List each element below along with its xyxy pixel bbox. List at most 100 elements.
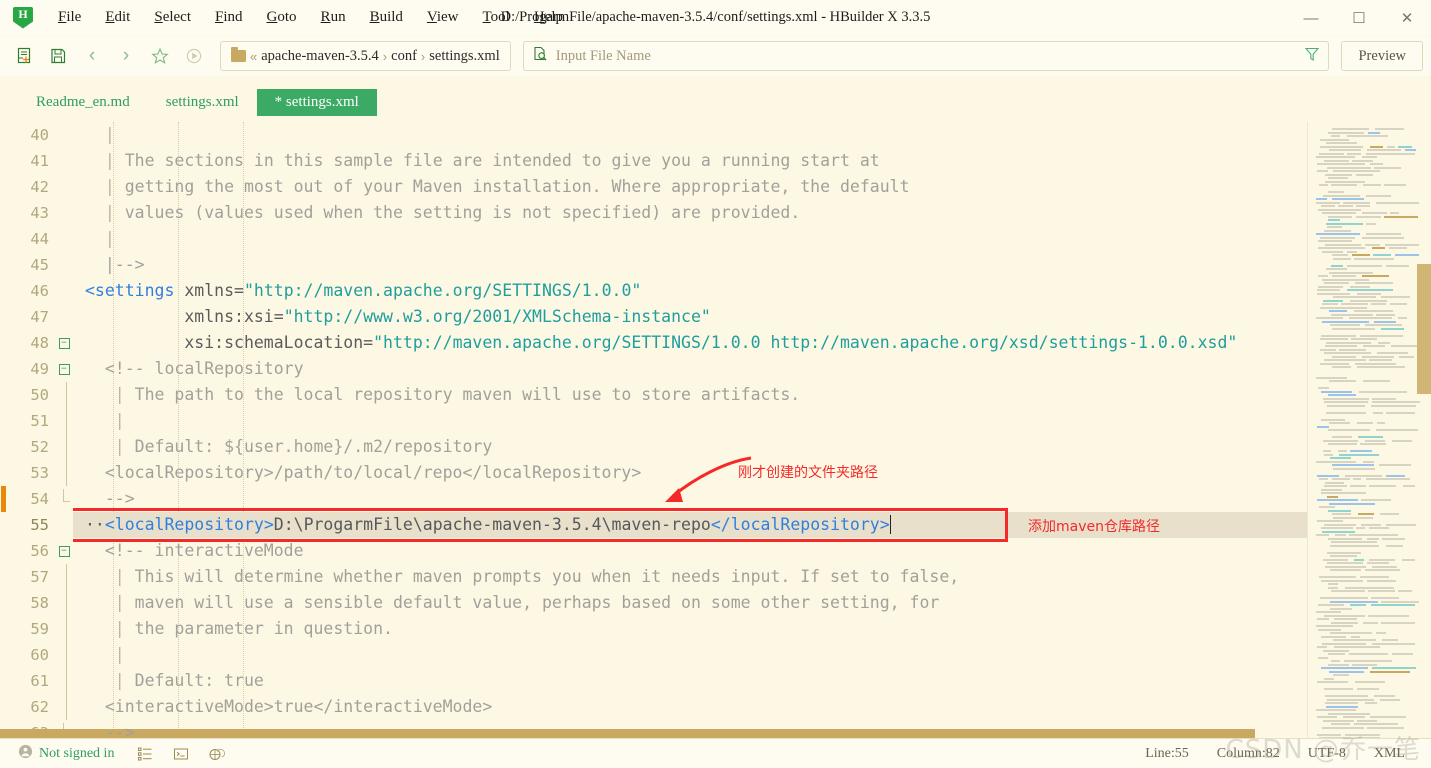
code-line[interactable]: | The path to the local repository maven… (73, 382, 1307, 408)
minimap-viewport[interactable] (1417, 264, 1431, 394)
code-line[interactable]: | (73, 408, 1307, 434)
code-line[interactable]: <localRepository>/path/to/local/repo</lo… (73, 460, 1307, 486)
cursor-column-indicator[interactable]: Column:82 (1203, 746, 1294, 762)
favorite-star-icon[interactable] (144, 41, 176, 71)
minimap-code-line (1328, 712, 1370, 715)
back-icon[interactable]: ‹ (76, 41, 108, 71)
code-line[interactable]: --> (73, 486, 1307, 512)
editor-tab-0[interactable]: Readme_en.md (18, 89, 148, 116)
code-line[interactable]: | (73, 122, 1307, 148)
menu-item-file[interactable]: File (46, 5, 93, 30)
minimap-code-line (1367, 537, 1379, 540)
fold-cell (55, 668, 73, 694)
breadcrumb-separator-icon: › (382, 48, 388, 64)
line-number: 44 (30, 230, 49, 248)
editor-tab-1[interactable]: settings.xml (148, 89, 257, 116)
save-icon[interactable] (42, 41, 74, 71)
preview-button[interactable]: Preview (1341, 41, 1423, 71)
code-line[interactable]: <interactiveMode>true</interactiveMode> (73, 694, 1307, 720)
code-token-pipe: | (85, 385, 135, 404)
filter-icon[interactable] (1304, 46, 1320, 67)
code-line[interactable]: <!-- interactiveMode (73, 538, 1307, 564)
menu-item-goto[interactable]: Goto (255, 5, 309, 30)
line-number: 61 (30, 672, 49, 690)
minimap-code-line (1320, 597, 1368, 599)
code-line[interactable]: | maven will use a sensible default valu… (73, 590, 1307, 616)
code-line[interactable]: |--> (73, 252, 1307, 278)
minimap-code-line (1328, 177, 1348, 179)
code-line[interactable]: | the parameter in question. (73, 616, 1307, 642)
code-content[interactable]: 刚才创建的文件夹路径 添加maven仓库路径 | | The sections … (73, 122, 1307, 738)
code-line[interactable]: <settings xmlns="http://maven.apache.org… (73, 278, 1307, 304)
account-status[interactable]: Not signed in (12, 744, 120, 764)
minimap-code-line (1325, 695, 1368, 697)
code-line[interactable]: <!-- localRepository (73, 356, 1307, 382)
minimap-code-line (1324, 453, 1333, 456)
fold-collapse-icon[interactable]: − (58, 545, 70, 557)
new-file-icon[interactable] (8, 41, 40, 71)
minimize-button[interactable]: — (1287, 0, 1335, 36)
minimap-code-line (1339, 453, 1379, 456)
code-token-cmt: values (values used when the setting is … (124, 203, 801, 222)
code-line[interactable]: | getting the most out of your Maven ins… (73, 174, 1307, 200)
menu-accel-key: T (482, 9, 491, 25)
fold-cell[interactable]: − (55, 330, 73, 356)
editor-tab-label: Readme_en.md (36, 94, 130, 110)
minimap-code-line (1316, 534, 1329, 536)
menu-item-run[interactable]: Run (309, 5, 358, 30)
outline-icon[interactable] (134, 744, 156, 764)
code-line[interactable]: | This will determine whether maven prom… (73, 564, 1307, 590)
menu-item-tool[interactable]: Tool (471, 5, 522, 30)
minimap-code-line (1377, 352, 1408, 354)
file-search-box[interactable]: Input File Name (522, 41, 1330, 71)
code-line[interactable]: --> (73, 720, 1307, 738)
maximize-button[interactable]: ☐ (1335, 0, 1383, 36)
menu-item-select[interactable]: Select (142, 5, 203, 30)
language-mode-indicator[interactable]: XML (1360, 746, 1419, 762)
breadcrumb-segment-1[interactable]: conf (391, 48, 417, 65)
minimap-code-line (1377, 422, 1385, 424)
menu-item-build[interactable]: Build (358, 5, 415, 30)
menu-item-edit[interactable]: Edit (93, 5, 142, 30)
forward-icon[interactable]: › (110, 41, 142, 71)
minimap-code-line (1317, 681, 1348, 683)
code-line[interactable]: | Default: true (73, 668, 1307, 694)
cloud-icon[interactable] (206, 744, 228, 764)
encoding-indicator[interactable]: UTF-8 (1294, 746, 1360, 762)
code-token-pipe: | (85, 177, 125, 196)
code-line[interactable]: xsi:schemaLocation="http://maven.apache.… (73, 330, 1307, 356)
fold-cell[interactable]: − (55, 356, 73, 382)
fold-collapse-icon[interactable]: − (58, 337, 70, 349)
code-minimap[interactable] (1307, 122, 1431, 738)
menu-item-find[interactable]: Find (203, 5, 255, 30)
code-line[interactable]: | values (values used when the setting i… (73, 200, 1307, 226)
minimap-code-line (1321, 418, 1345, 421)
code-line[interactable]: | (73, 642, 1307, 668)
minimap-code-line (1328, 509, 1351, 512)
fold-collapse-icon[interactable]: − (58, 363, 70, 375)
code-line[interactable]: | The sections in this sample file are i… (73, 148, 1307, 174)
fold-cell[interactable]: − (55, 538, 73, 564)
terminal-icon[interactable] (170, 744, 192, 764)
minimap-code-line (1327, 404, 1365, 407)
code-line[interactable]: xmlns:xsi="http://www.w3.org/2001/XMLSch… (73, 304, 1307, 330)
breadcrumb-segment-0[interactable]: apache-maven-3.5.4 (261, 48, 379, 65)
code-line[interactable]: | (73, 226, 1307, 252)
cursor-line-indicator[interactable]: Line:55 (1131, 746, 1203, 762)
minimap-code-line (1324, 359, 1366, 361)
window-controls: — ☐ ✕ (1287, 0, 1431, 36)
code-fold-column[interactable]: − − − (55, 122, 73, 738)
breadcrumb[interactable]: « apache-maven-3.5.4 › conf › settings.x… (220, 41, 511, 71)
minimap-code-line (1405, 149, 1416, 151)
minimap-code-line (1355, 681, 1385, 683)
breadcrumb-segment-2[interactable]: settings.xml (429, 48, 500, 65)
close-button[interactable]: ✕ (1383, 0, 1431, 36)
code-line[interactable]: | Default: ${user.home}/.m2/repository (73, 434, 1307, 460)
minimap-code-line (1347, 264, 1382, 267)
menu-item-view[interactable]: View (415, 5, 471, 30)
editor-tab-2[interactable]: * settings.xml (256, 89, 377, 116)
code-line[interactable]: ··<localRepository>D:\ProgarmFile\apache… (73, 512, 1307, 538)
run-icon[interactable] (178, 41, 210, 71)
menu-item-help[interactable]: Help (522, 5, 575, 30)
minimap-code-line (1325, 345, 1357, 347)
